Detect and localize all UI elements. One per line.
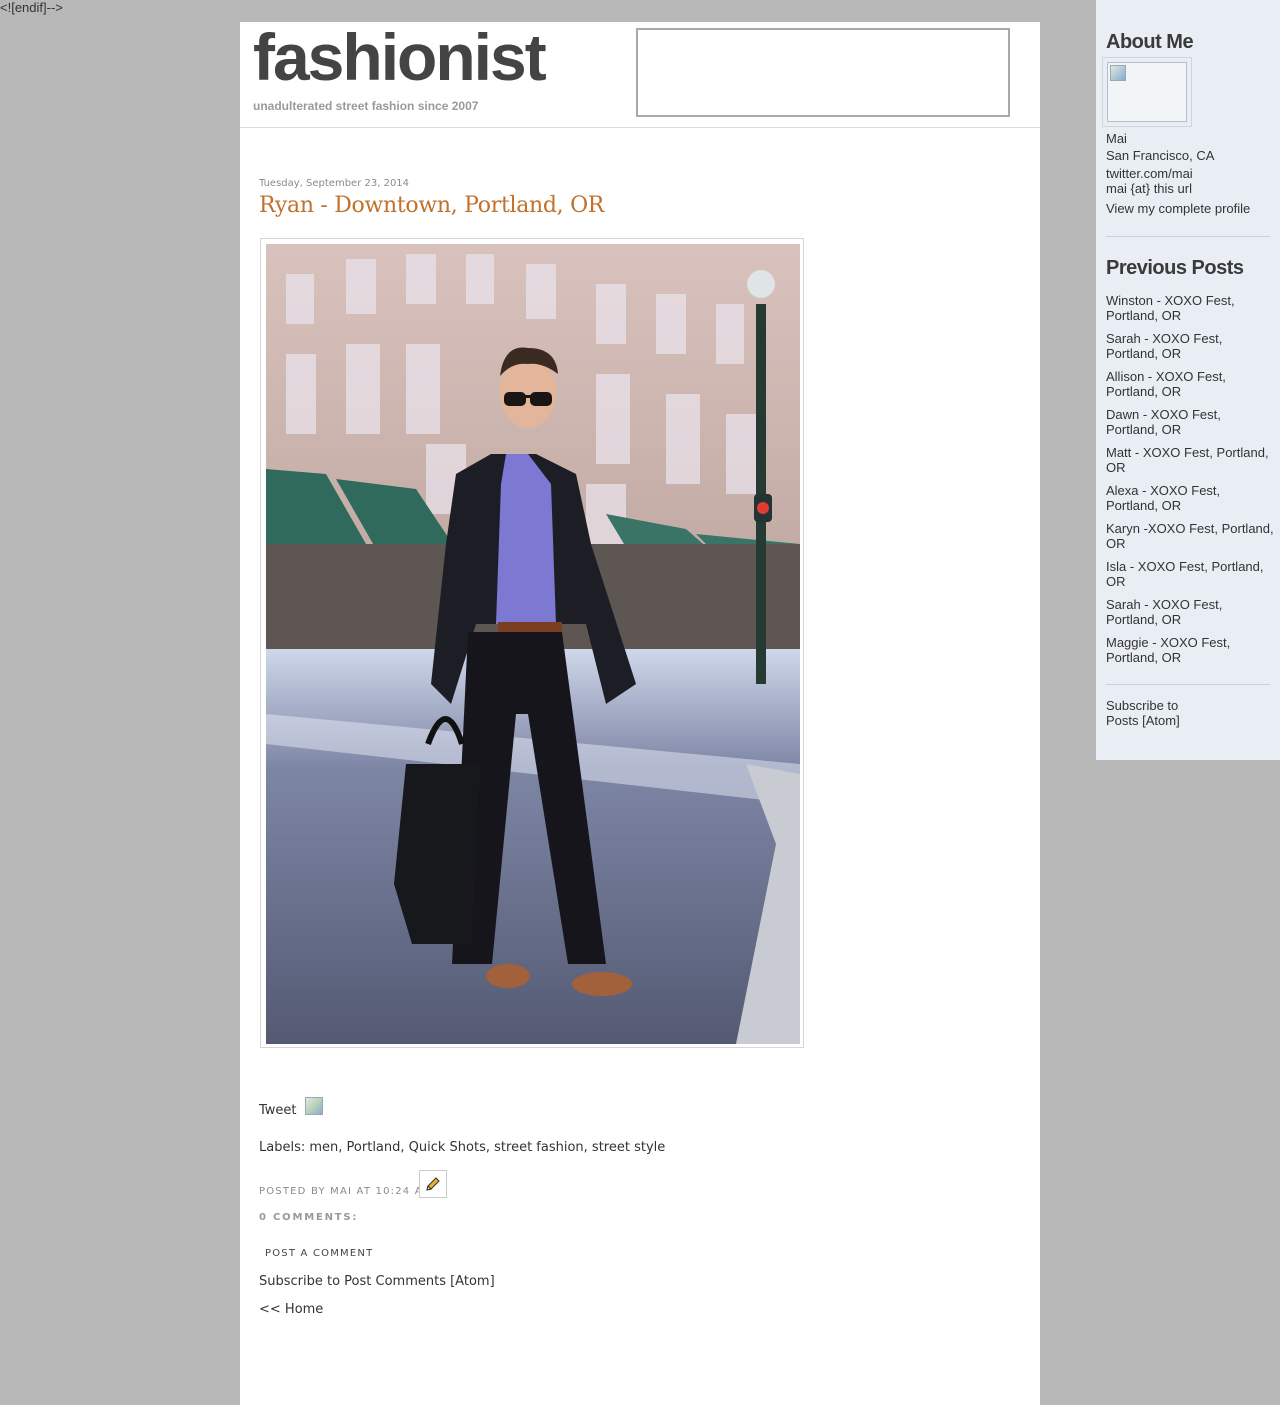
- previous-post-link[interactable]: Matt - XOXO Fest, Portland, OR: [1106, 445, 1274, 475]
- previous-post-link[interactable]: Alexa - XOXO Fest, Portland, OR: [1106, 483, 1274, 513]
- main-column: fashionist unadulterated street fashion …: [240, 22, 1040, 1405]
- sidebar-divider: [1106, 684, 1270, 685]
- view-profile-link[interactable]: View my complete profile: [1106, 201, 1250, 216]
- previous-posts-heading: Previous Posts: [1106, 257, 1244, 279]
- previous-post-link[interactable]: Isla - XOXO Fest, Portland, OR: [1106, 559, 1274, 589]
- subscribe-comments-link[interactable]: Subscribe to Post Comments [Atom]: [259, 1274, 495, 1289]
- post-date: Tuesday, September 23, 2014: [259, 178, 410, 189]
- profile-location: San Francisco, CA: [1106, 148, 1215, 163]
- avatar[interactable]: [1107, 62, 1187, 122]
- previous-post-link[interactable]: Dawn - XOXO Fest, Portland, OR: [1106, 407, 1274, 437]
- home-link[interactable]: << Home: [259, 1302, 323, 1317]
- posted-by-text: POSTED BY MAI AT 10:24 AM: [259, 1186, 433, 1197]
- previous-post-link[interactable]: Sarah - XOXO Fest, Portland, OR: [1106, 597, 1274, 627]
- post-photo[interactable]: [266, 244, 800, 1044]
- previous-post-link[interactable]: Allison - XOXO Fest, Portland, OR: [1106, 369, 1274, 399]
- avatar-frame: [1102, 57, 1192, 127]
- subscribe-posts-link[interactable]: Subscribe to Posts [Atom]: [1106, 698, 1196, 728]
- label-link[interactable]: Quick Shots: [409, 1140, 486, 1155]
- pencil-icon: [426, 1177, 440, 1191]
- previous-posts-list: Winston - XOXO Fest, Portland, OR Sarah …: [1106, 293, 1274, 673]
- label-link[interactable]: street style: [592, 1140, 665, 1155]
- post-labels: Labels: men, Portland, Quick Shots, stre…: [259, 1140, 665, 1155]
- post-footer: POSTED BY MAI AT 10:24 AM: [259, 1170, 447, 1198]
- tweet-link[interactable]: Tweet: [259, 1103, 297, 1118]
- post-comment-link[interactable]: POST A COMMENT: [265, 1248, 373, 1259]
- previous-post-link[interactable]: Winston - XOXO Fest, Portland, OR: [1106, 293, 1274, 323]
- post-title[interactable]: Ryan - Downtown, Portland, OR: [259, 193, 979, 218]
- previous-post-link[interactable]: Sarah - XOXO Fest, Portland, OR: [1106, 331, 1274, 361]
- label-link[interactable]: street fashion: [494, 1140, 584, 1155]
- profile-name: Mai: [1106, 131, 1127, 146]
- label-separator: ,: [338, 1140, 347, 1155]
- previous-post-link[interactable]: Karyn -XOXO Fest, Portland, OR: [1106, 521, 1274, 551]
- label-link[interactable]: men: [309, 1140, 338, 1155]
- sidebar: About Me Mai San Francisco, CA twitter.c…: [1096, 0, 1280, 760]
- tweet-row: Tweet: [259, 1096, 323, 1118]
- label-separator: ,: [583, 1140, 592, 1155]
- profile-info: Mai San Francisco, CA twitter.com/mai ma…: [1106, 130, 1214, 197]
- profile-email: mai {at} this url: [1106, 181, 1192, 196]
- stray-conditional-comment-text: <![endif]-->: [0, 0, 63, 15]
- sidebar-divider: [1106, 236, 1270, 237]
- about-me-heading: About Me: [1106, 31, 1194, 53]
- broken-image-icon: [1110, 65, 1126, 81]
- blog-header: fashionist unadulterated street fashion …: [240, 22, 1040, 128]
- blog-tagline: unadulterated street fashion since 2007: [253, 99, 479, 113]
- label-separator: ,: [485, 1140, 495, 1155]
- broken-image-icon[interactable]: [304, 1096, 323, 1115]
- blog-logo[interactable]: fashionist: [253, 24, 547, 90]
- blog-post: Tuesday, September 23, 2014 Ryan - Downt…: [259, 178, 979, 1317]
- labels-prefix: Labels:: [259, 1140, 306, 1155]
- label-separator: ,: [400, 1140, 409, 1155]
- edit-post-button[interactable]: [419, 1170, 447, 1198]
- post-photo-frame: [260, 238, 804, 1048]
- comments-count: 0 COMMENTS:: [259, 1212, 359, 1223]
- previous-post-link[interactable]: Maggie - XOXO Fest, Portland, OR: [1106, 635, 1274, 665]
- label-link[interactable]: Portland: [347, 1140, 401, 1155]
- header-ad-box[interactable]: [636, 28, 1010, 117]
